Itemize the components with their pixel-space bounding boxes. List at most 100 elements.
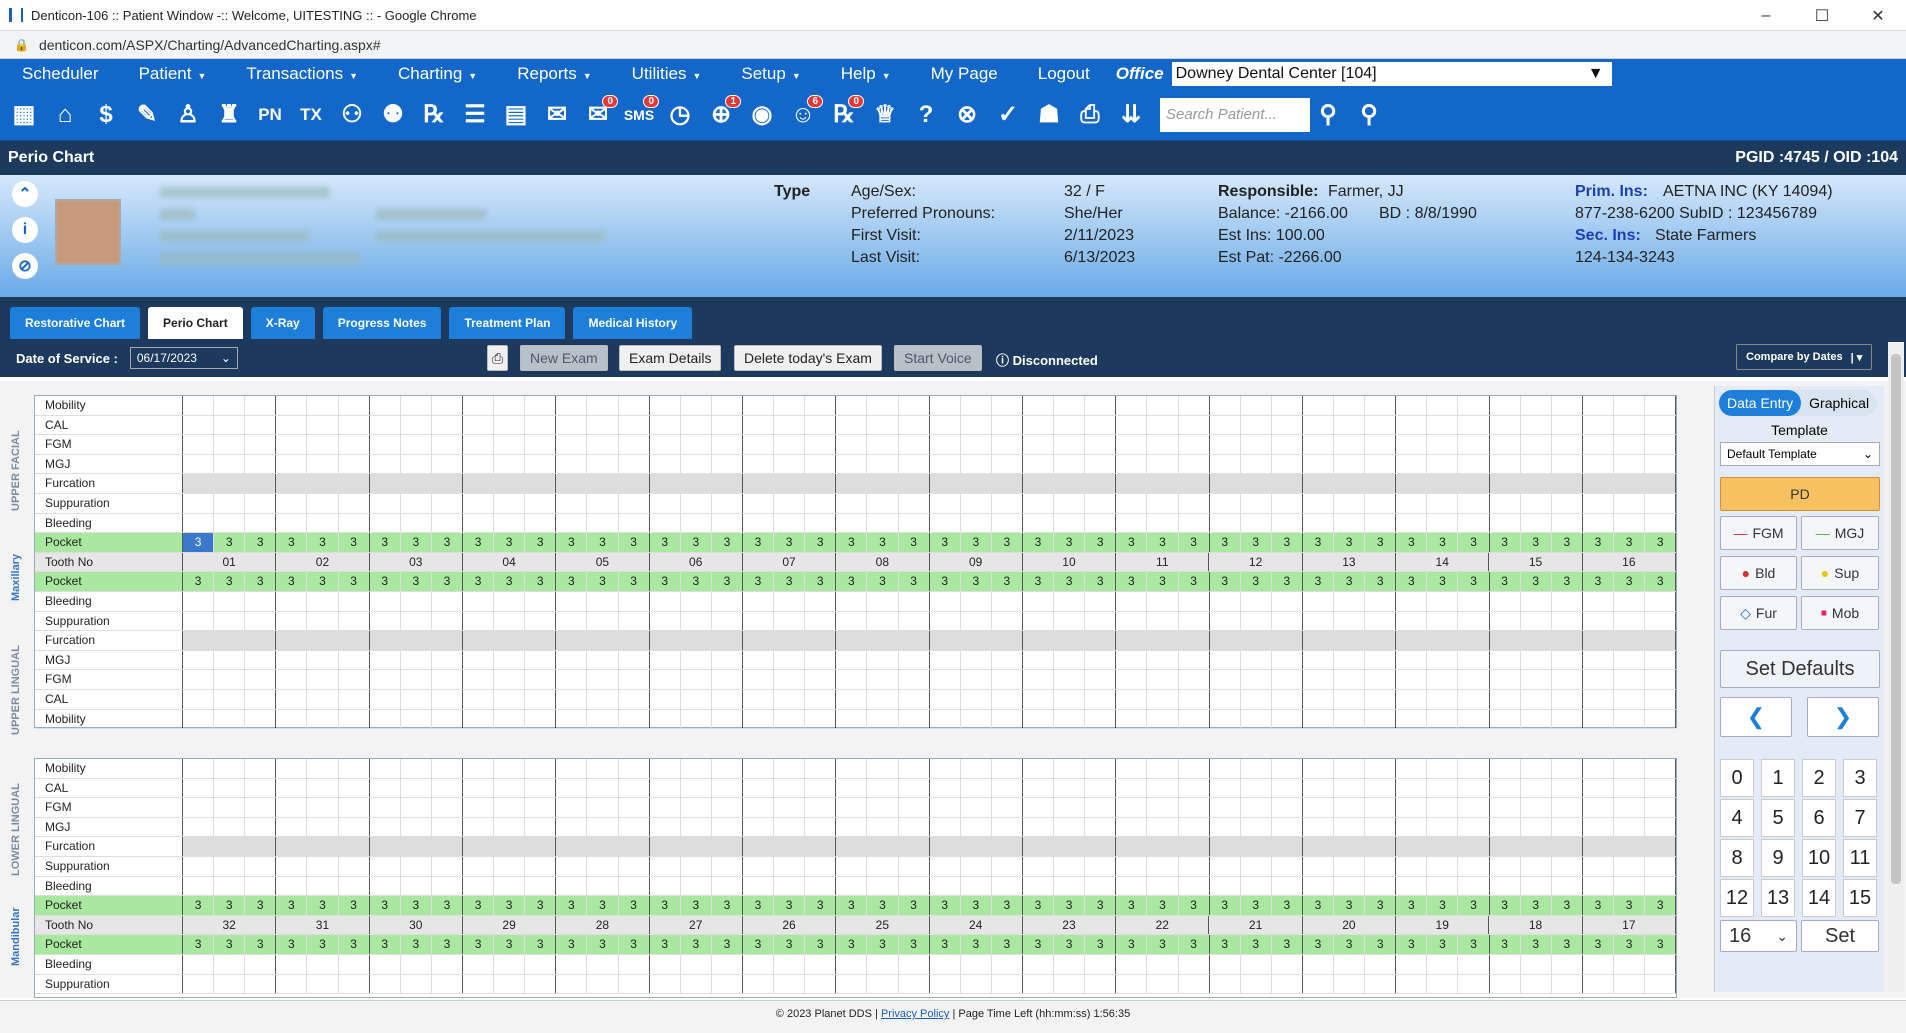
family-icon[interactable]: ☗ [1031,95,1067,135]
mgj-cell[interactable] [774,817,806,837]
furcation-cell[interactable] [245,837,277,856]
bleeding-cell[interactable] [650,592,681,611]
mgj-cell[interactable] [867,454,899,474]
suppuration-cell[interactable] [681,857,712,876]
pocket-depth-cell[interactable]: 3 [432,533,463,552]
furcation-cell[interactable] [369,837,401,856]
suppuration-cell[interactable] [214,494,246,513]
suppuration-cell[interactable] [370,494,401,513]
mobility-cell[interactable] [899,709,930,729]
fgm-cell[interactable] [805,670,837,689]
mgj-cell[interactable] [650,817,681,837]
suppuration-cell[interactable] [1210,974,1241,994]
mgj-cell[interactable] [1303,650,1335,670]
bleeding-cell[interactable] [1241,955,1272,974]
cal-cell[interactable] [276,778,308,798]
suppuration-cell[interactable] [214,611,246,631]
furcation-cell[interactable] [1054,631,1086,650]
numpad-key-2[interactable]: 2 [1802,759,1836,797]
fgm-cell[interactable] [1210,435,1241,454]
bleeding-cell[interactable] [836,876,868,896]
suppuration-cell[interactable] [1147,611,1179,631]
bleeding-cell[interactable] [836,592,868,611]
pocket-depth-cell[interactable]: 3 [339,533,370,552]
bleeding-cell[interactable] [1490,955,1521,974]
minimize-button[interactable]: – [1738,0,1794,31]
mobility-cell[interactable] [401,759,432,778]
mobility-cell[interactable] [774,709,806,729]
exam-details-button[interactable]: Exam Details [619,345,722,371]
mgj-cell[interactable] [1490,454,1521,474]
pocket-depth-cell[interactable]: 3 [1272,572,1303,591]
fgm-cell[interactable] [867,798,899,817]
pocket-depth-cell[interactable]: 3 [1054,896,1086,915]
furcation-cell[interactable] [680,631,712,650]
cal-cell[interactable] [1614,415,1646,435]
fgm-cell[interactable] [245,435,277,454]
pocket-depth-cell[interactable]: 3 [245,935,277,954]
fgm-cell[interactable] [370,798,401,817]
bleeding-cell[interactable] [587,513,619,533]
pocket-depth-cell[interactable]: 3 [245,572,277,591]
pocket-depth-cell[interactable]: 3 [836,572,868,591]
cal-cell[interactable] [1241,778,1272,798]
pocket-depth-cell[interactable]: 3 [556,896,588,915]
fgm-cell[interactable] [1116,670,1148,689]
fgm-cell[interactable] [1521,435,1552,454]
mobility-cell[interactable] [1210,709,1241,729]
numpad-key-14[interactable]: 14 [1802,879,1836,917]
pocket-depth-cell[interactable]: 3 [307,935,339,954]
mobility-cell[interactable] [1303,709,1335,729]
pocket-depth-cell[interactable]: 3 [899,935,930,954]
suppuration-cell[interactable] [1552,974,1583,994]
furcation-cell[interactable] [1147,474,1179,493]
furcation-cell[interactable] [1209,474,1241,493]
cal-cell[interactable] [1116,778,1148,798]
cal-cell[interactable] [1490,778,1521,798]
mgj-cell[interactable] [1583,817,1615,837]
mobility-cell[interactable] [774,759,806,778]
suppuration-cell[interactable] [1614,974,1646,994]
cal-cell[interactable] [245,415,277,435]
pocket-depth-cell[interactable]: 3 [1583,896,1615,915]
cal-cell[interactable] [743,778,775,798]
suppuration-cell[interactable] [1458,494,1490,513]
fgm-cell[interactable] [525,670,557,689]
cal-cell[interactable] [1365,415,1397,435]
pocket-depth-cell[interactable]: 3 [401,896,432,915]
mobility-cell[interactable] [681,709,712,729]
furcation-cell[interactable] [680,474,712,493]
mgj-cell[interactable] [370,817,401,837]
cal-cell[interactable] [1458,690,1490,709]
bleeding-cell[interactable] [899,592,930,611]
cal-cell[interactable] [1272,415,1303,435]
pocket-depth-cell[interactable]: 3 [1147,572,1179,591]
mobility-cell[interactable] [401,396,432,415]
pocket-depth-cell[interactable]: 3 [525,935,557,954]
pocket-depth-cell[interactable]: 3 [1396,935,1428,954]
pocket-depth-cell[interactable]: 3 [432,935,463,954]
suppuration-cell[interactable] [1583,857,1615,876]
pocket-depth-cell[interactable]: 3 [1427,935,1459,954]
pocket-depth-cell[interactable]: 3 [214,896,246,915]
furcation-cell[interactable] [556,631,588,650]
fgm-cell[interactable] [1645,798,1677,817]
suppuration-cell[interactable] [1427,494,1459,513]
suppuration-cell[interactable] [276,857,308,876]
sms-icon[interactable]: SMS 0 [621,94,659,135]
menu-reports[interactable]: Reports ▼ [495,64,609,84]
pocket-depth-cell[interactable]: 3 [587,572,619,591]
furcation-cell[interactable] [774,631,806,650]
mgj-cell[interactable] [1552,817,1583,837]
furcation-cell[interactable] [1551,837,1583,856]
mobility-cell[interactable] [214,709,246,729]
mgj-cell[interactable] [743,454,775,474]
furcation-cell[interactable] [1520,837,1552,856]
pocket-depth-cell[interactable]: 3 [1241,896,1272,915]
bleeding-cell[interactable] [650,955,681,974]
mgj-cell[interactable] [1521,650,1552,670]
fgm-cell[interactable] [1521,798,1552,817]
fgm-cell[interactable] [432,670,463,689]
mobility-cell[interactable] [899,759,930,778]
bleeding-cell[interactable] [1210,592,1241,611]
